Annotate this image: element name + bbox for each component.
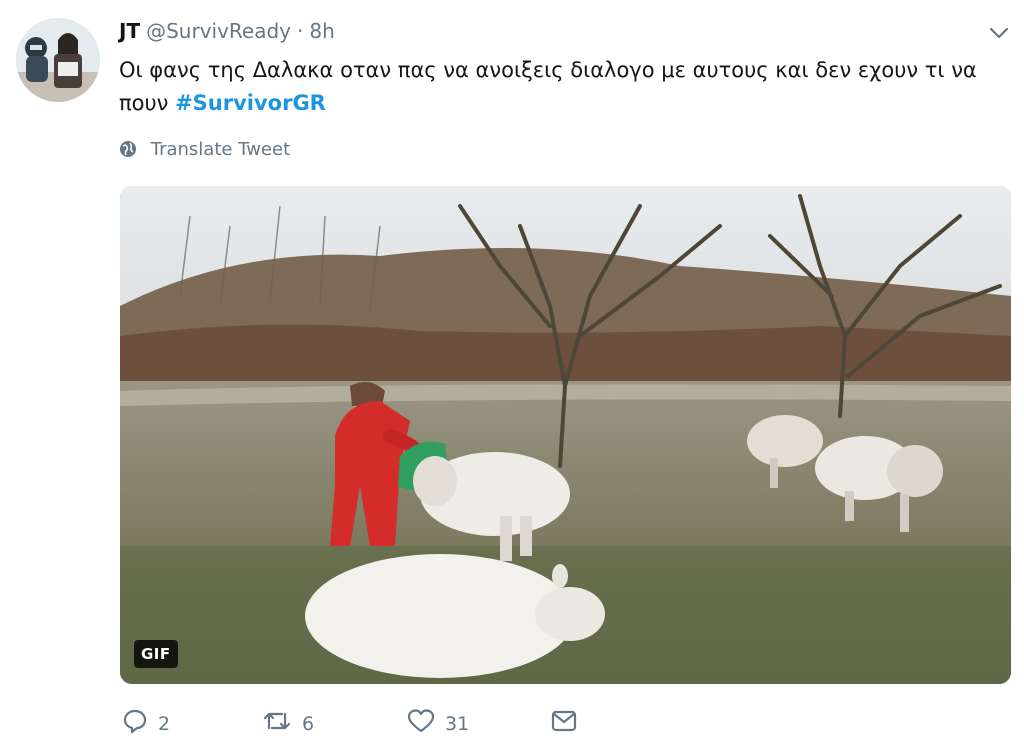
like-count: 31 <box>445 712 470 735</box>
gif-frame-image <box>120 186 1011 684</box>
retweet-count: 6 <box>302 712 315 735</box>
translate-tweet-link[interactable]: Translate Tweet <box>119 138 290 162</box>
translate-label: Translate Tweet <box>150 139 291 160</box>
caret-down-icon[interactable] <box>986 20 1012 46</box>
separator-dot: · <box>297 19 304 43</box>
reply-count: 2 <box>158 712 171 735</box>
retweet-icon <box>262 708 302 739</box>
tweet-header: JT @SurvivReady · 8h <box>119 17 335 45</box>
message-icon <box>550 708 588 739</box>
gif-badge: GIF <box>134 640 178 668</box>
timestamp[interactable]: 8h <box>309 19 334 43</box>
author-name[interactable]: JT <box>119 19 140 43</box>
author-handle[interactable]: @SurvivReady <box>146 19 291 43</box>
reply-icon <box>122 708 158 739</box>
like-button[interactable]: 31 <box>407 708 469 739</box>
reply-button[interactable]: 2 <box>122 708 170 739</box>
retweet-button[interactable]: 6 <box>262 708 314 739</box>
hashtag-link[interactable]: #SurvivorGR <box>175 91 326 115</box>
tweet-text: Οι φανς της Δαλακα οταν πας να ανοιξεις … <box>119 54 999 120</box>
globe-icon <box>119 139 151 160</box>
tweet-media-gif[interactable]: GIF <box>120 186 1011 684</box>
like-icon <box>407 708 445 739</box>
tweet: JT @SurvivReady · 8h Οι φανς της Δαλακα οτα… <box>0 0 1024 746</box>
avatar[interactable] <box>16 18 100 102</box>
direct-message-button[interactable] <box>550 708 588 739</box>
